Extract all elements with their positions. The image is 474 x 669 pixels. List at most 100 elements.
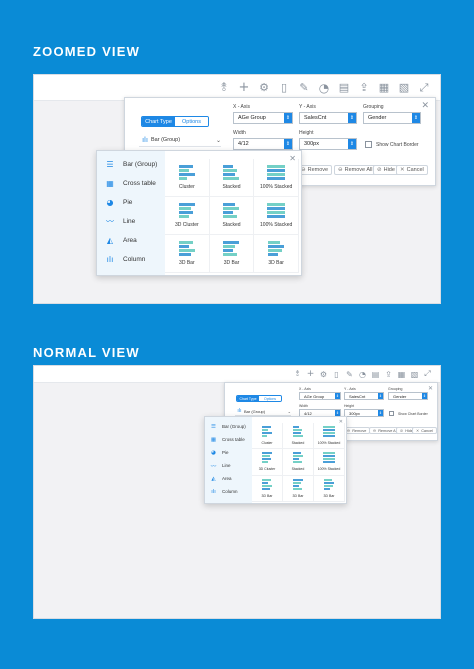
chart-variant-option[interactable]: 3D Bar xyxy=(209,235,255,273)
height-select[interactable]: 300px ⇕ xyxy=(344,409,384,417)
chart-type-item[interactable]: 〰 Line xyxy=(205,459,252,472)
tab-options[interactable]: Options xyxy=(259,396,281,401)
save-icon[interactable]: ▤ xyxy=(369,366,382,382)
chart-variant-option[interactable]: Stacked xyxy=(283,423,314,450)
chart-variant-option[interactable]: 3D Cluster xyxy=(252,449,283,476)
document-icon[interactable]: ▯ xyxy=(330,366,343,382)
chart-type-item[interactable]: ◭ Area xyxy=(97,231,165,250)
select-arrow-icon: ⇕ xyxy=(284,113,292,123)
show-border-checkbox[interactable]: Show Chart Border xyxy=(365,141,419,148)
variant-label: Stacked xyxy=(291,467,305,472)
width-select[interactable]: 4/12 ⇕ xyxy=(233,138,293,150)
add-icon[interactable]: + xyxy=(234,80,254,96)
chart-variant-option[interactable]: 100% Stacked xyxy=(254,197,299,235)
tab-chart-type[interactable]: Chart Type xyxy=(142,117,175,126)
tab-chart-type[interactable]: Chart Type xyxy=(237,396,259,401)
chart-variant-option[interactable]: 100% Stacked xyxy=(314,449,345,476)
thumbnail-bar xyxy=(292,432,301,435)
chart-variant-option[interactable]: 3D Cluster xyxy=(165,197,210,235)
chart-type-item[interactable]: 〰 Line xyxy=(97,212,165,231)
column-icon: ılı xyxy=(211,488,216,495)
thumbnail-bar xyxy=(292,461,303,464)
thumbnail-bar xyxy=(322,452,336,455)
sort-icon[interactable]: ⥉ xyxy=(214,80,234,96)
cancel-button[interactable]: ✕ Cancel xyxy=(396,165,428,175)
chart-variant-option[interactable]: Stacked xyxy=(283,449,314,476)
normal-app-frame: ⥉ + ⚙ ▯ ✎ ◔ ▤ ⇪ ▦ ▧ ⤢ ✕ Chart Type Optio… xyxy=(33,365,441,619)
show-border-checkbox[interactable]: Show Chart Border xyxy=(389,411,428,416)
variant-thumbnail xyxy=(267,165,286,181)
chart-icon[interactable]: ◔ xyxy=(314,80,334,96)
remove-button[interactable]: ⊖ Remove xyxy=(297,165,333,175)
add-icon[interactable]: + xyxy=(304,366,317,382)
chart-variant-option[interactable]: 3D Bar xyxy=(165,235,210,273)
variant-label: 3D Bar xyxy=(268,260,284,266)
chart-variant-option[interactable]: 3D Bar xyxy=(283,475,314,502)
tab-options[interactable]: Options xyxy=(175,117,208,126)
close-icon: ✕ xyxy=(400,167,405,173)
chart-variant-option[interactable]: Stacked xyxy=(209,197,255,235)
cancel-button[interactable]: ✕ Cancel xyxy=(412,427,438,434)
close-icon[interactable]: ✕ xyxy=(421,101,429,111)
filter-settings-icon[interactable]: ⚙ xyxy=(254,80,274,96)
chart-type-item[interactable]: ▦ Cross table xyxy=(205,433,252,446)
minus-icon: ⊖ xyxy=(347,428,351,433)
edit-icon[interactable]: ✎ xyxy=(294,80,314,96)
grouping-select[interactable]: Gender ⇕ xyxy=(363,112,421,124)
thumbnail-bar xyxy=(261,461,269,464)
filter-settings-icon[interactable]: ⚙ xyxy=(317,366,330,382)
variant-thumbnail xyxy=(323,478,335,491)
close-icon[interactable]: ✕ xyxy=(428,385,433,392)
chart-type-label: Cross table xyxy=(222,437,245,442)
chart-type-select[interactable]: ılı Bar (Group) ⌄ xyxy=(139,134,221,147)
chart-icon[interactable]: ◔ xyxy=(356,366,369,382)
export-icon[interactable]: ⇪ xyxy=(354,80,374,96)
edit-icon[interactable]: ✎ xyxy=(343,366,356,382)
variant-thumbnail xyxy=(223,241,240,257)
checkbox-box xyxy=(389,411,394,416)
chart-type-label: Column xyxy=(222,489,238,494)
chart-type-item[interactable]: ▦ Cross table xyxy=(97,174,165,193)
table-icon[interactable]: ▦ xyxy=(374,80,394,96)
chart-variant-option[interactable]: 3D Bar xyxy=(252,475,283,502)
remove-button[interactable]: ⊖ Remove xyxy=(343,427,371,434)
chart-type-item[interactable]: ☰ Bar (Group) xyxy=(97,155,165,174)
document-icon[interactable]: ▯ xyxy=(274,80,294,96)
excel-icon[interactable]: ▧ xyxy=(408,366,421,382)
height-select[interactable]: 300px ⇕ xyxy=(299,138,357,150)
chart-type-item[interactable]: ılı Column xyxy=(205,485,252,498)
chart-variant-option[interactable]: Cluster xyxy=(252,423,283,450)
y-axis-select[interactable]: SalesCnt ⇕ xyxy=(299,112,357,124)
chart-variant-option[interactable]: 100% Stacked xyxy=(314,423,345,450)
chart-variant-option[interactable]: 3D Bar xyxy=(254,235,299,273)
x-axis-select[interactable]: AGe Group ⇕ xyxy=(299,392,341,400)
chart-variant-option[interactable]: Cluster xyxy=(165,159,210,197)
chart-variant-option[interactable]: Stacked xyxy=(209,159,255,197)
remove-all-button[interactable]: ⊖ Remove All xyxy=(334,165,377,175)
table-icon[interactable]: ▦ xyxy=(395,366,408,382)
chart-type-item[interactable]: ◕ Pie xyxy=(97,193,165,212)
chart-type-item[interactable]: ☰ Bar (Group) xyxy=(205,420,252,433)
sort-icon[interactable]: ⥉ xyxy=(291,366,304,382)
thumbnail-bar xyxy=(223,169,238,172)
line-icon: 〰 xyxy=(210,463,217,470)
chart-variant-option[interactable]: 3D Bar xyxy=(314,475,345,502)
grouping-select[interactable]: Gender ⇕ xyxy=(388,392,428,400)
x-axis-select[interactable]: AGe Group ⇕ xyxy=(233,112,293,124)
thumbnail-bar xyxy=(261,429,269,432)
chart-type-select[interactable]: ılı Bar (Group) ⌄ xyxy=(235,407,291,416)
save-icon[interactable]: ▤ xyxy=(334,80,354,96)
expand-icon[interactable]: ⤢ xyxy=(421,366,434,382)
chart-type-item[interactable]: ılı Column xyxy=(97,250,165,269)
chart-type-item[interactable]: ◭ Area xyxy=(205,472,252,485)
variant-label: Stacked xyxy=(291,441,305,446)
export-icon[interactable]: ⇪ xyxy=(382,366,395,382)
chart-type-item[interactable]: ◕ Pie xyxy=(205,446,252,459)
chart-type-label: Area xyxy=(222,476,232,481)
excel-icon[interactable]: ▧ xyxy=(394,80,414,96)
y-axis-select[interactable]: SalesCnt ⇕ xyxy=(344,392,384,400)
expand-icon[interactable]: ⤢ xyxy=(414,80,434,96)
variant-label: Cluster xyxy=(178,184,195,190)
variant-thumbnail xyxy=(261,478,273,491)
chart-variant-option[interactable]: 100% Stacked xyxy=(254,159,299,197)
